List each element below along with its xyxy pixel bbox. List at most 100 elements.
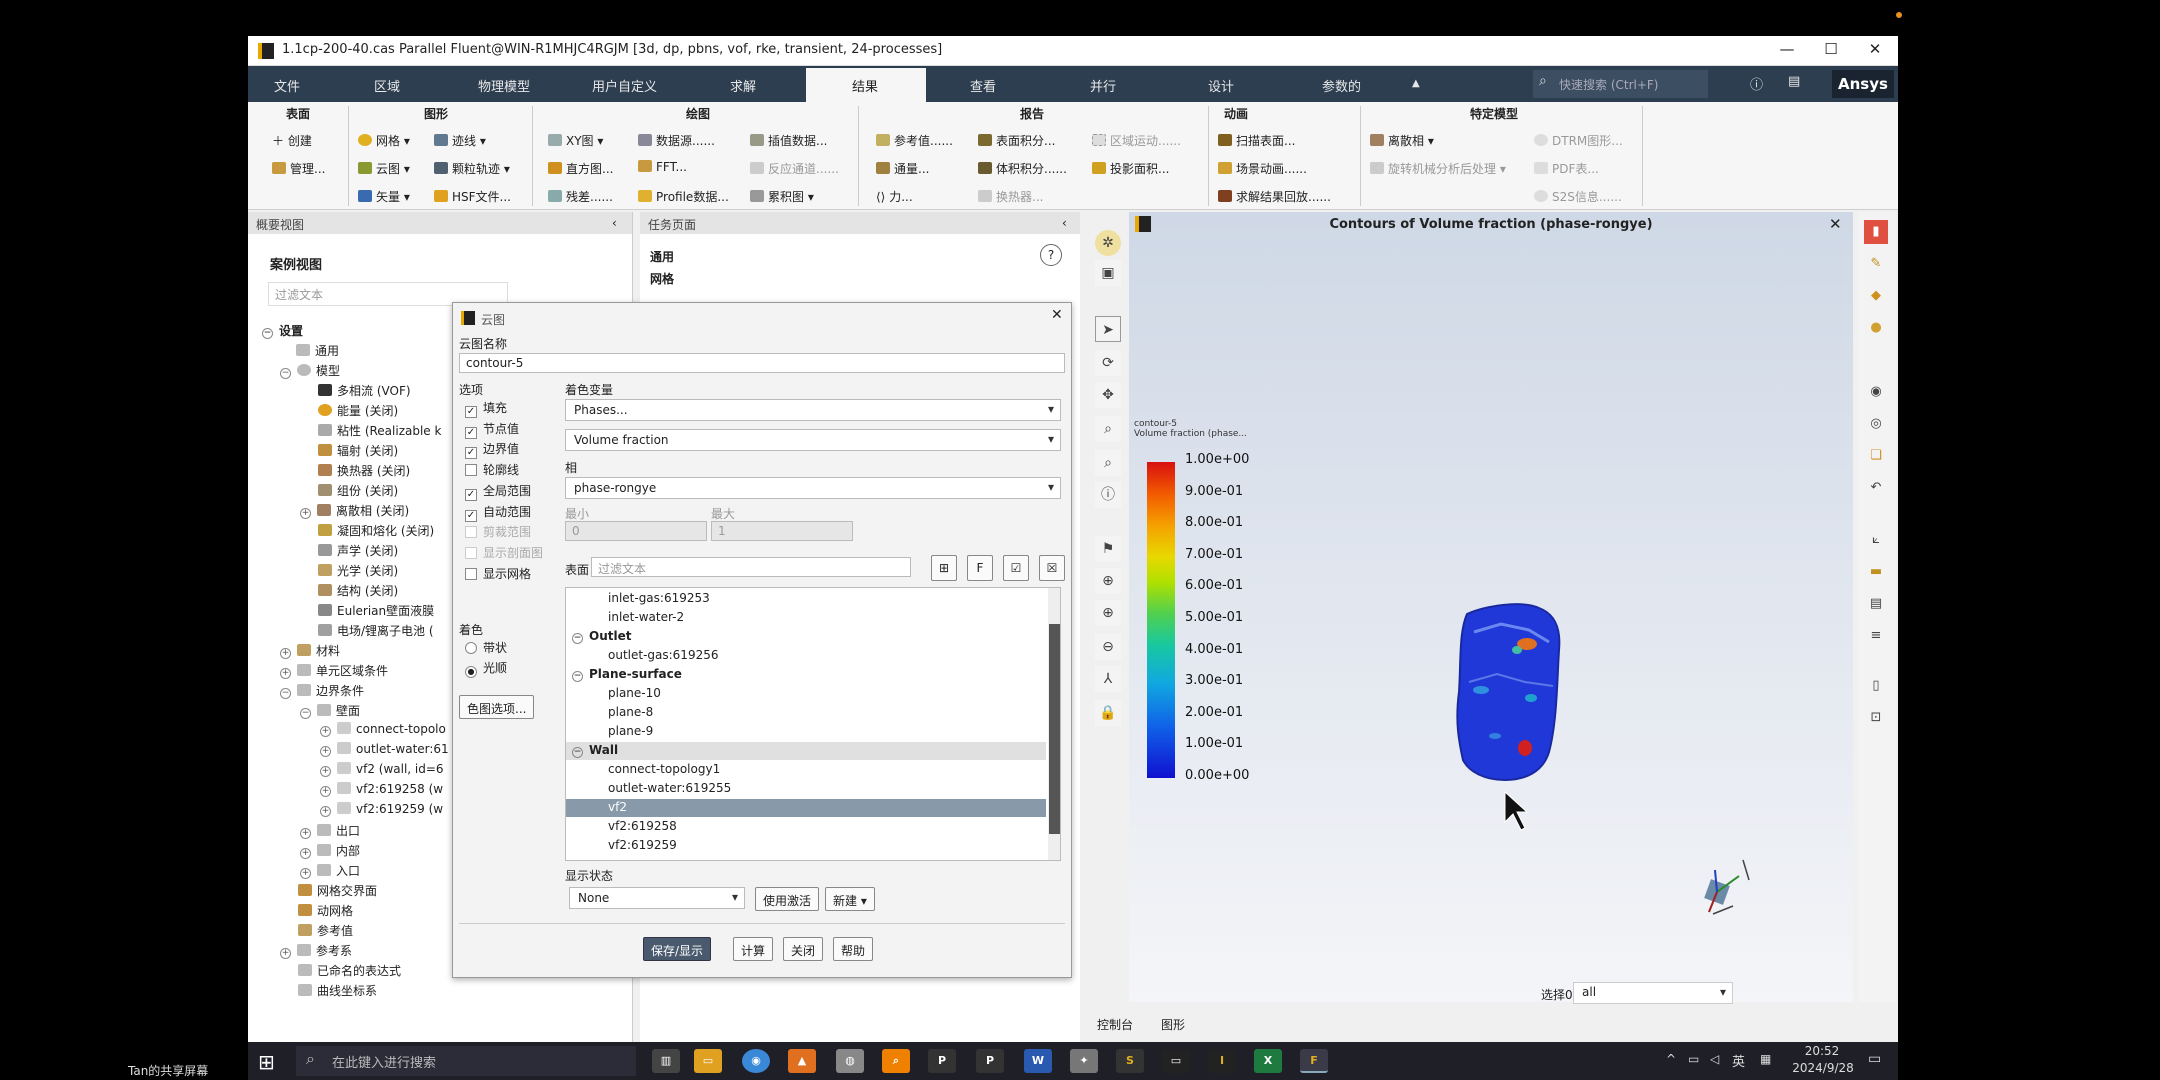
menu-solution[interactable]: 求解 (730, 76, 756, 95)
view-layout-icon[interactable]: ▣ (1095, 260, 1121, 286)
cumulative-plot-button[interactable]: 累积图 ▾ (750, 188, 814, 205)
new-surface-icon[interactable]: ⊞ (931, 555, 957, 581)
surface-item[interactable]: outlet-water:619255 (566, 780, 1046, 798)
surfaces-scroll-thumb[interactable] (1049, 624, 1060, 834)
pst-icon-1[interactable]: P (928, 1049, 956, 1073)
help-icon[interactable]: ? (1040, 244, 1062, 266)
surface-item[interactable]: vf2:619259 (566, 837, 1046, 855)
surface-item[interactable]: plane-9 (566, 723, 1046, 741)
option-checkbox-5[interactable]: ✓ 自动范围 (465, 503, 531, 522)
zoom-in-out-icon[interactable]: ⌕ (1095, 416, 1121, 442)
menu-parametric[interactable]: 参数的 (1322, 76, 1361, 95)
tree-optics[interactable]: 光学 (关闭) (318, 562, 398, 579)
turbo-postprocessing-button[interactable]: 旋转机械分析后处理 ▾ (1370, 160, 1506, 177)
collapse-toggle-icon[interactable]: − (572, 671, 583, 682)
quick-search-input[interactable]: ⌕ 快速搜索 (Ctrl+F) (1533, 70, 1708, 98)
tree-radiation[interactable]: 辐射 (关闭) (318, 442, 398, 459)
histogram-button[interactable]: 直方图... (548, 160, 613, 177)
tree-reference-frames[interactable]: + 参考系 (280, 942, 352, 959)
keyboard-icon[interactable]: ▦ (1760, 1052, 1771, 1066)
hsf-file-button[interactable]: HSF文件... (434, 188, 511, 205)
copy-icon[interactable]: ❏ (1864, 444, 1888, 468)
tree-mesh-interfaces[interactable]: 网格交界面 (298, 882, 377, 899)
color-variable-category-select[interactable]: Phases... (565, 399, 1061, 421)
min-input[interactable]: 0 (565, 521, 707, 541)
menu-view[interactable]: 查看 (970, 76, 996, 95)
tree-eulerian-wall-film[interactable]: Eulerian壁面液膜 (318, 602, 434, 619)
tree-wall-outlet-water[interactable]: + outlet-water:61 (320, 742, 449, 757)
zone-motion-button[interactable]: 区域运动...... (1092, 132, 1181, 149)
contour-name-input[interactable]: contour-5 (459, 353, 1065, 373)
notification-icon[interactable]: ▮ (1864, 220, 1888, 244)
tree-reference-values[interactable]: 参考值 (298, 922, 353, 939)
fluent-taskbar-icon[interactable]: F (1300, 1049, 1328, 1073)
report-icon[interactable]: ▤ (1864, 592, 1888, 616)
tree-discrete-phase[interactable]: + 离散相 (关闭) (300, 502, 409, 519)
tree-inlet[interactable]: + 入口 (300, 862, 360, 879)
pst-icon-2[interactable]: P (976, 1049, 1004, 1073)
max-input[interactable]: 1 (711, 521, 853, 541)
xy-plot-button[interactable]: XY图 ▾ (548, 132, 603, 149)
contours-button[interactable]: 云图 ▾ (358, 160, 410, 177)
chart-icon[interactable]: ⟀ (1864, 528, 1888, 552)
object-icon[interactable]: ● (1864, 316, 1888, 340)
surface-item[interactable]: inlet-water-2 (566, 609, 1046, 627)
tree-wall-vf2[interactable]: + vf2 (wall, id=6 (320, 762, 444, 777)
colormap-options-button[interactable]: 色图选项... (459, 695, 535, 719)
view-hide-icon[interactable]: ◎ (1864, 412, 1888, 436)
tree-curvilinear-coords[interactable]: 曲线坐标系 (298, 982, 377, 999)
tree-boundary-conditions[interactable]: − 边界条件 (280, 682, 364, 699)
color-variable-select[interactable]: Volume fraction (565, 429, 1061, 451)
surface-group[interactable]: − Outlet (566, 628, 1046, 646)
option-checkbox-3[interactable]: 轮廓线 (465, 461, 519, 478)
terminal-icon[interactable]: ▭ (1162, 1049, 1190, 1073)
surface-item[interactable]: vf2 (566, 799, 1046, 817)
chrome-icon[interactable]: ◉ (742, 1049, 770, 1073)
surface-group[interactable]: − Plane-surface (566, 666, 1046, 684)
tree-solidification[interactable]: 凝固和熔化 (关闭) (318, 522, 434, 539)
app-icon-3[interactable]: ⌕ (882, 1049, 910, 1073)
menu-file[interactable]: 文件 (274, 76, 300, 95)
save-display-button[interactable]: 保存/显示 (643, 937, 712, 961)
excel-icon[interactable]: X (1254, 1049, 1282, 1073)
tab-console[interactable]: 控制台 (1097, 1016, 1133, 1033)
menu-results[interactable]: 结果 (852, 76, 878, 95)
new-display-state-button[interactable]: 新建 ▾ (825, 887, 875, 911)
taskbar-search-input[interactable]: ⌕ 在此键入进行搜索 (296, 1046, 636, 1076)
rotate-tool-icon[interactable]: ⟳ (1095, 350, 1121, 376)
graphics-window[interactable]: Contours of Volume fraction (phase-rongy… (1129, 212, 1853, 1004)
data-sources-button[interactable]: 数据源...... (638, 132, 715, 149)
reaction-channel-button[interactable]: 反应通道...... (750, 160, 839, 177)
layout-icon[interactable]: ▤ (1788, 74, 1800, 89)
tree-viscous[interactable]: 粘性 (Realizable k (318, 422, 441, 439)
axes-icon[interactable]: ⅄ (1095, 666, 1121, 692)
solution-playback-button[interactable]: 求解结果回放...... (1218, 188, 1331, 205)
s2s-info-button[interactable]: S2S信息...... (1534, 188, 1622, 205)
tree-species[interactable]: 组份 (关闭) (318, 482, 398, 499)
tree-acoustics[interactable]: 声学 (关闭) (318, 542, 398, 559)
zoom-in-icon[interactable]: ⊕ (1095, 600, 1121, 626)
volume-integrals-button[interactable]: 体积积分...... (978, 160, 1067, 177)
tree-cell-zones[interactable]: + 单元区域条件 (280, 662, 388, 679)
probe-info-icon[interactable]: ⓘ (1095, 482, 1121, 508)
zoom-box-icon[interactable]: ⌕ (1095, 450, 1121, 476)
tree-heat-exchanger[interactable]: 换热器 (关闭) (318, 462, 410, 479)
rotate-view-icon[interactable]: ✲ (1095, 230, 1121, 256)
fit-window-icon[interactable]: ⊕ (1095, 568, 1121, 594)
ime-indicator[interactable]: 英 (1732, 1051, 1745, 1070)
app-icon-ic[interactable]: I (1208, 1049, 1236, 1073)
surface-integrals-button[interactable]: 表面积分... (978, 132, 1055, 149)
tree-multiphase[interactable]: 多相流 (VOF) (318, 382, 411, 399)
coloring-banded-radio[interactable]: 带状 (465, 639, 507, 656)
tree-battery[interactable]: 电场/锂离子电池 ( (318, 622, 434, 639)
deselect-all-icon[interactable]: ☒ (1039, 555, 1065, 581)
lock-icon[interactable]: 🔒 (1095, 700, 1121, 726)
pathlines-button[interactable]: 迹线 ▾ (434, 132, 486, 149)
volume-icon[interactable]: ◁ (1710, 1052, 1719, 1066)
file-explorer-icon[interactable]: ▭ (694, 1049, 722, 1073)
collapse-ribbon-icon[interactable]: ▲ (1412, 78, 1420, 89)
phase-select[interactable]: phase-rongye (565, 477, 1061, 499)
option-checkbox-2[interactable]: ✓ 边界值 (465, 440, 519, 460)
option-checkbox-0[interactable]: ✓ 填充 (465, 399, 507, 418)
view-eye-icon[interactable]: ◉ (1864, 380, 1888, 404)
